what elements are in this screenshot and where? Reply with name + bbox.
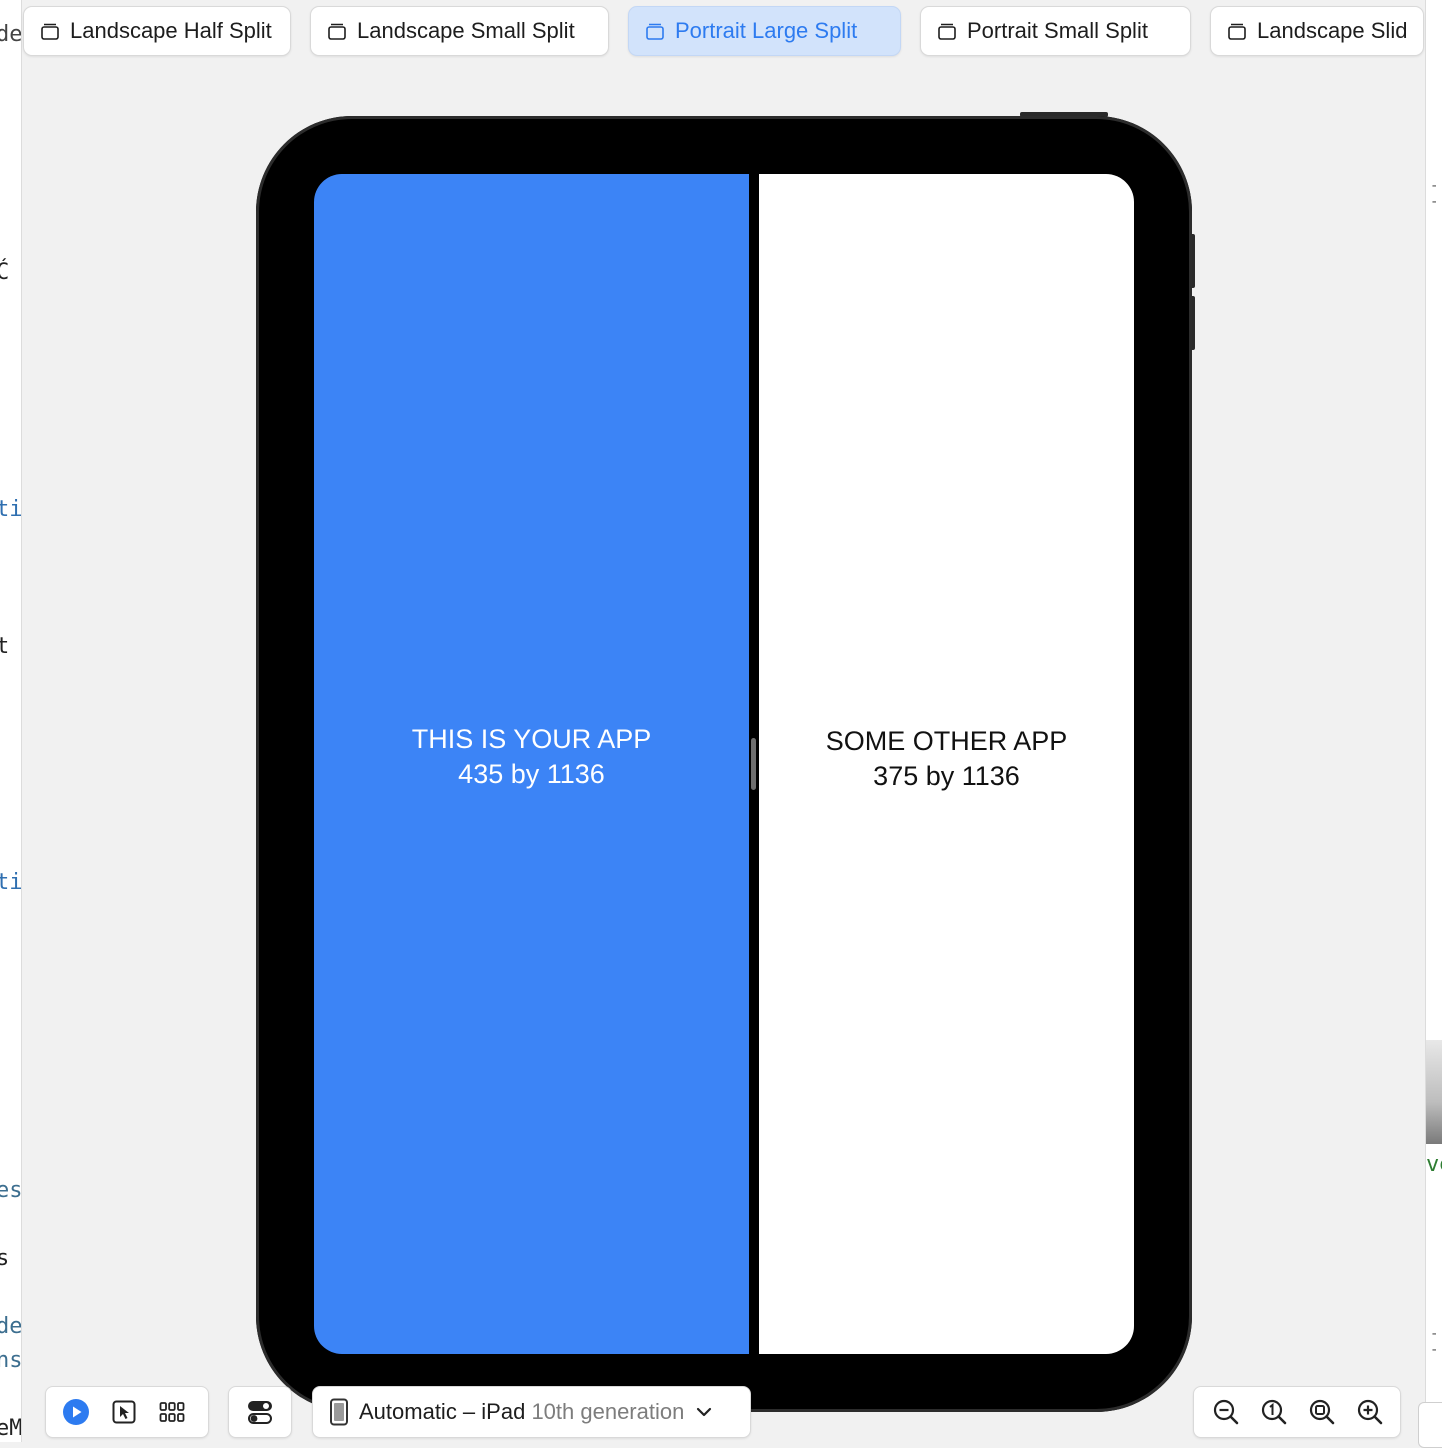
zoom-in-button[interactable]: [1346, 1386, 1394, 1438]
code-fragment: Ć: [0, 260, 9, 285]
preset-label: Landscape Half Split: [70, 18, 272, 43]
device-name-prefix: Automatic – iPad: [359, 1399, 526, 1424]
minimap-gutter: -- ve --: [1425, 0, 1442, 1442]
code-fragment: de: [0, 22, 22, 47]
code-fragment: ti: [0, 497, 22, 522]
other-app-size: 375 by 1136: [873, 761, 1020, 791]
code-fragment: ti: [0, 870, 22, 895]
zoom-actual-size-button[interactable]: [1250, 1386, 1298, 1438]
zoom-in-icon: [1357, 1399, 1383, 1425]
device-settings-button[interactable]: [236, 1386, 284, 1438]
window-stack-icon: [646, 23, 664, 40]
device-selector[interactable]: Automatic – iPad 10th generation: [312, 1386, 751, 1438]
dash-marker: --: [1430, 178, 1439, 210]
code-fragment: s: [0, 1246, 9, 1271]
preset-portrait-small-split[interactable]: Portrait Small Split: [920, 6, 1191, 56]
zoom-out-button[interactable]: [1202, 1386, 1250, 1438]
zoom-to-fit-button[interactable]: [1298, 1386, 1346, 1438]
chevron-down-icon: [697, 1407, 712, 1417]
your-app-title: THIS IS YOUR APP: [411, 724, 652, 754]
preset-label: Portrait Small Split: [967, 18, 1148, 43]
split-divider-handle[interactable]: [751, 738, 756, 790]
other-app-pane: SOME OTHER APP 375 by 1136: [759, 174, 1134, 1354]
code-fragment: de: [0, 1314, 22, 1339]
window-stack-icon: [1228, 23, 1246, 40]
grid-variants-icon: [159, 1402, 185, 1422]
other-app-title: SOME OTHER APP: [825, 726, 1068, 756]
zoom-fit-icon: [1309, 1399, 1335, 1425]
code-fragment: t: [0, 634, 9, 659]
other-app-label: SOME OTHER APP 375 by 1136: [826, 724, 1068, 794]
window-stack-icon: [938, 23, 956, 40]
variant-preset-bar: Landscape Half Split Landscape Small Spl…: [21, 0, 1425, 62]
code-fragment: ns: [0, 1348, 22, 1373]
play-circle-icon: [63, 1399, 89, 1425]
preset-portrait-large-split[interactable]: Portrait Large Split: [628, 6, 901, 56]
preset-label: Landscape Small Split: [357, 18, 575, 43]
window-stack-icon: [328, 23, 346, 40]
zoom-controls: [1193, 1386, 1401, 1438]
device-name-suffix: 10th generation: [531, 1399, 685, 1424]
inspector-corner-control[interactable]: [1418, 1402, 1442, 1448]
your-app-pane[interactable]: THIS IS YOUR APP 435 by 1136: [314, 174, 749, 1354]
selectable-mode-button[interactable]: [100, 1386, 148, 1438]
window-stack-icon: [41, 23, 59, 40]
code-fragment: es: [0, 1178, 22, 1203]
code-fragment: eM: [0, 1416, 22, 1441]
live-preview-button[interactable]: [52, 1386, 100, 1438]
preset-landscape-slide-over[interactable]: Landscape Slid: [1210, 6, 1424, 56]
variants-button[interactable]: [148, 1386, 196, 1438]
preset-landscape-small-split[interactable]: Landscape Small Split: [310, 6, 609, 56]
toggle-settings-icon: [248, 1401, 272, 1424]
editor-gutter: de Ć ti t ti es s de ns eM: [0, 0, 22, 1442]
ipad-icon: [330, 1398, 348, 1426]
your-app-label: THIS IS YOUR APP 435 by 1136: [412, 722, 652, 792]
your-app-size: 435 by 1136: [458, 759, 605, 789]
device-screen: THIS IS YOUR APP 435 by 1136 SOME OTHER …: [314, 174, 1134, 1354]
preset-label: Landscape Slid: [1257, 18, 1408, 43]
dash-marker: --: [1430, 1326, 1439, 1358]
minimap-scroll-thumb[interactable]: [1426, 1040, 1442, 1144]
device-name: Automatic – iPad 10th generation: [359, 1399, 684, 1425]
preset-landscape-half-split[interactable]: Landscape Half Split: [23, 6, 291, 56]
preview-mode-group: [45, 1386, 209, 1438]
cursor-select-icon: [112, 1400, 136, 1424]
zoom-out-icon: [1213, 1399, 1239, 1425]
preset-label: Portrait Large Split: [675, 18, 858, 43]
device-settings-group: [228, 1386, 292, 1438]
zoom-actual-icon: [1261, 1399, 1287, 1425]
code-fragment: ve: [1426, 1152, 1442, 1177]
